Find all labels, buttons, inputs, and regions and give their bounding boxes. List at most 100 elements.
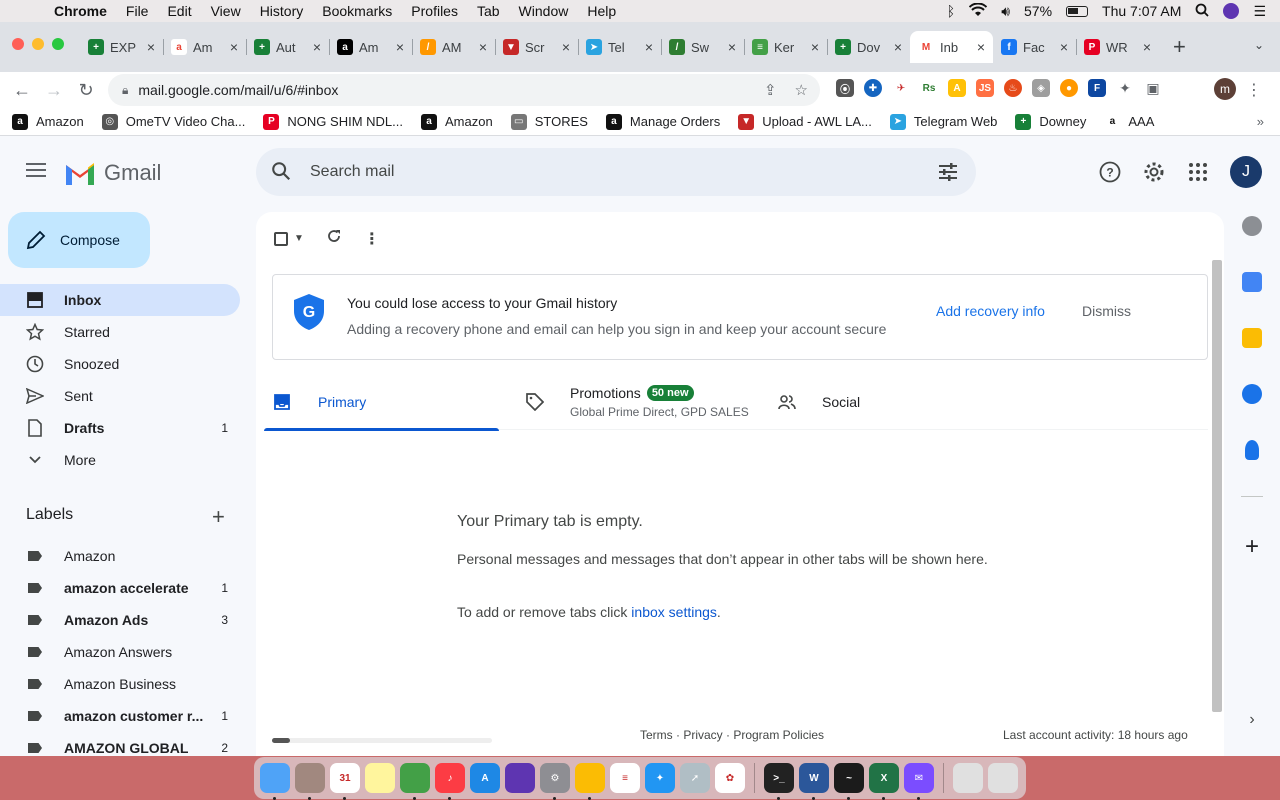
vertical-scrollbar[interactable] xyxy=(1212,260,1222,712)
share-icon[interactable]: ⇪ xyxy=(764,81,777,99)
inbox-settings-link[interactable]: inbox settings xyxy=(631,604,717,620)
show-side-panel-chevron-icon[interactable]: › xyxy=(1232,711,1272,729)
dock-system-preferences-icon[interactable]: ⚙ xyxy=(540,763,570,800)
more-actions-icon[interactable]: ⋮ xyxy=(364,229,380,249)
dock-app-store-icon[interactable]: A xyxy=(470,763,500,793)
select-dropdown-icon[interactable]: ▼ xyxy=(294,233,304,244)
extension-icon[interactable]: F xyxy=(1088,79,1106,97)
dock-music-icon[interactable]: ♪ xyxy=(435,763,465,800)
extensions-puzzle-icon[interactable]: ✦ xyxy=(1116,79,1134,97)
wifi-icon[interactable] xyxy=(968,2,988,20)
label-item[interactable]: amazon accelerate 1 xyxy=(0,572,240,604)
bookmark-item[interactable]: P NONG SHIM NDL... xyxy=(263,113,403,130)
browser-tab[interactable]: / Sw × xyxy=(661,31,744,63)
menu-window[interactable]: Window xyxy=(519,3,569,19)
clock[interactable]: Thu 7:07 AM xyxy=(1102,3,1181,19)
get-addons-plus-icon[interactable]: + xyxy=(1232,533,1272,561)
menu-profiles[interactable]: Profiles xyxy=(411,3,458,19)
add-recovery-info-button[interactable]: Add recovery info xyxy=(936,303,1045,319)
dock-siri-icon[interactable] xyxy=(505,763,535,793)
menu-view[interactable]: View xyxy=(211,3,241,19)
extension-icon[interactable]: ◈ xyxy=(1032,79,1050,97)
new-tab-plus-icon[interactable]: + xyxy=(1173,31,1186,63)
extension-icon[interactable]: ✚ xyxy=(864,79,882,97)
dock-safari-icon[interactable]: ✦ xyxy=(645,763,675,793)
reload-button[interactable]: ↻ xyxy=(70,80,102,101)
help-icon[interactable]: ? xyxy=(1098,160,1122,184)
browser-tab[interactable]: ▼ Scr × xyxy=(495,31,578,63)
nav-item-snoozed[interactable]: Snoozed xyxy=(0,348,240,380)
battery-icon[interactable] xyxy=(1066,5,1089,17)
close-tab-icon[interactable]: × xyxy=(811,39,819,55)
browser-tab[interactable]: a Am × xyxy=(329,31,412,63)
browser-tab[interactable]: P WR × xyxy=(1076,31,1159,63)
dock-notes-icon[interactable] xyxy=(365,763,395,793)
dock-facetime-icon[interactable] xyxy=(400,763,430,800)
tab-social[interactable]: Social xyxy=(778,374,860,430)
dock-word-icon[interactable]: W xyxy=(799,763,829,800)
browser-tab[interactable]: a Am × xyxy=(163,31,246,63)
bookmark-item[interactable]: ▭ STORES xyxy=(510,113,588,130)
close-tab-icon[interactable]: × xyxy=(396,39,404,55)
label-item[interactable]: Amazon Business xyxy=(0,668,240,700)
dock-messenger-icon[interactable]: ✉ xyxy=(904,763,934,800)
close-tab-icon[interactable]: × xyxy=(1143,39,1151,55)
close-tab-icon[interactable]: × xyxy=(977,39,985,55)
settings-gear-icon[interactable] xyxy=(1142,160,1166,184)
addon-icon[interactable] xyxy=(1242,216,1262,236)
minimize-window-button[interactable] xyxy=(32,38,44,50)
nav-item-sent[interactable]: Sent xyxy=(0,380,240,412)
dock-downloads-icon[interactable] xyxy=(953,763,983,793)
forward-button[interactable]: → xyxy=(38,80,70,101)
dock-launchpad-icon[interactable]: ➚ xyxy=(680,763,710,793)
nav-item-starred[interactable]: Starred xyxy=(0,316,240,348)
label-item[interactable]: Amazon Answers xyxy=(0,636,240,668)
bookmark-item[interactable]: ▼ Upload - AWL LA... xyxy=(738,113,872,130)
address-bar[interactable]: 🔒︎ mail.google.com/mail/u/6/#inbox ⇪ ☆ xyxy=(108,74,820,106)
label-item[interactable]: Amazon xyxy=(0,540,240,572)
volume-icon[interactable]: 🔊︎ xyxy=(1001,3,1010,20)
search-icon[interactable] xyxy=(270,160,292,187)
bookmark-item[interactable]: a Manage Orders xyxy=(605,113,720,130)
search-mail-bar[interactable]: Search mail xyxy=(256,148,976,196)
browser-tab[interactable]: ≡ Ker × xyxy=(744,31,827,63)
dock-activity-monitor-icon[interactable]: ~ xyxy=(834,763,864,800)
apps-grid-icon[interactable] xyxy=(1186,160,1210,184)
menu-history[interactable]: History xyxy=(260,3,304,19)
extension-icon[interactable]: ✈ xyxy=(892,79,910,97)
menu-bookmarks[interactable]: Bookmarks xyxy=(322,3,392,19)
select-all-checkbox[interactable]: ▼ xyxy=(274,231,304,246)
browser-tab[interactable]: ➤ Tel × xyxy=(578,31,661,63)
dock-photos-icon[interactable]: ✿ xyxy=(715,763,745,793)
tab-primary[interactable]: Primary xyxy=(264,374,499,431)
menu-help[interactable]: Help xyxy=(587,3,616,19)
close-tab-icon[interactable]: × xyxy=(1060,39,1068,55)
chrome-profile-avatar[interactable]: m xyxy=(1214,78,1236,100)
extension-icon[interactable]: JS xyxy=(976,79,994,97)
account-avatar[interactable]: J xyxy=(1230,156,1262,188)
bookmark-item[interactable]: a Amazon xyxy=(12,113,84,130)
menu-app-name[interactable]: Chrome xyxy=(54,3,107,19)
tab-promotions[interactable]: Promotions 50 new Global Prime Direct, G… xyxy=(526,374,749,430)
close-tab-icon[interactable]: × xyxy=(894,39,902,55)
nav-item-inbox[interactable]: Inbox xyxy=(0,284,240,316)
main-menu-icon[interactable] xyxy=(26,163,46,181)
bookmark-item[interactable]: ◎ OmeTV Video Cha... xyxy=(101,113,245,130)
dock-trash-icon[interactable] xyxy=(988,763,1018,793)
keep-icon[interactable] xyxy=(1242,328,1262,348)
calendar-icon[interactable] xyxy=(1242,272,1262,292)
dock-terminal-icon[interactable]: >_ xyxy=(764,763,794,800)
compose-button[interactable]: Compose xyxy=(8,212,150,268)
gmail-logo[interactable]: Gmail xyxy=(64,160,161,186)
user-switcher-icon[interactable] xyxy=(1223,3,1240,19)
label-item[interactable]: Amazon Ads 3 xyxy=(0,604,240,636)
dismiss-button[interactable]: Dismiss xyxy=(1082,303,1131,319)
bookmarks-overflow-icon[interactable]: » xyxy=(1257,114,1264,129)
dock-finder-icon[interactable] xyxy=(260,763,290,800)
extension-icon[interactable]: ♨ xyxy=(1004,79,1022,97)
dock-calendar-icon[interactable]: 31 xyxy=(330,763,360,800)
browser-tab[interactable]: + Aut × xyxy=(246,31,329,63)
extension-icon[interactable]: ● xyxy=(1060,79,1078,97)
back-button[interactable]: ← xyxy=(6,80,38,101)
extension-icon[interactable]: Rs xyxy=(920,79,938,97)
